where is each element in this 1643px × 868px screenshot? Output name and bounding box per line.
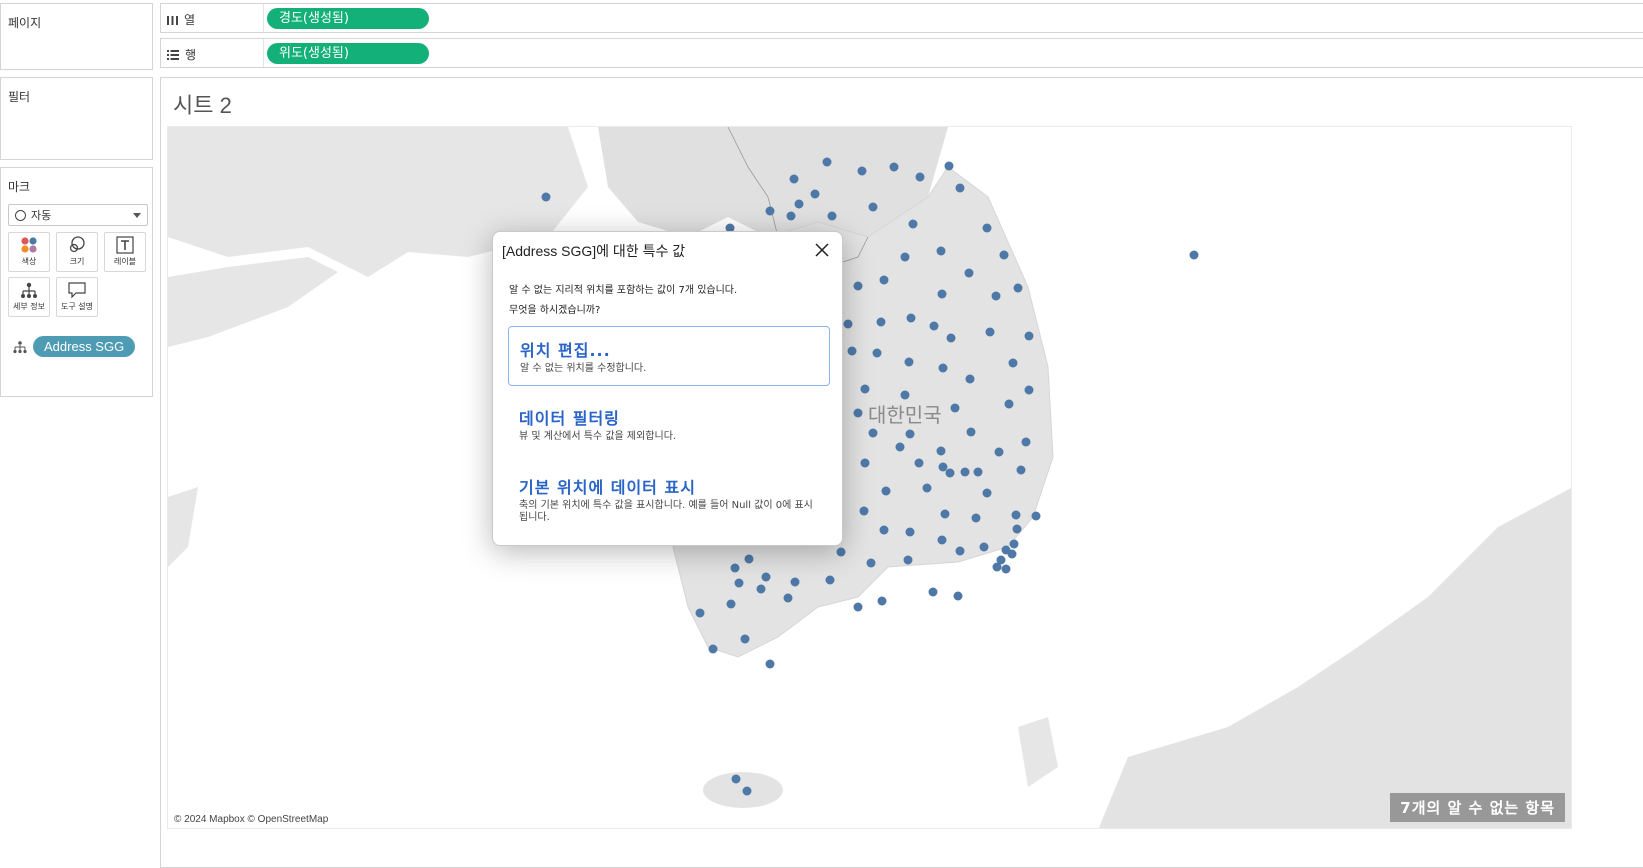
detail-hierarchy-icon [13,340,27,353]
map-basemap [168,127,1571,828]
latitude-pill[interactable]: 위도(생성됨) [267,43,429,64]
columns-icon [167,15,178,25]
detail-hierarchy-icon [21,282,37,298]
rows-shelf[interactable]: 행 위도(생성됨) [160,38,1643,68]
columns-label-text: 열 [184,13,196,27]
label-label: 레이블 [113,257,137,266]
columns-shelf-label: 열 [167,11,195,28]
map-area[interactable]: 대한민국 © 2024 Mapbox © OpenStreetMap 7개의 알… [167,126,1572,829]
longitude-pill[interactable]: 경도(생성됨) [267,8,429,29]
show-default-location-option[interactable]: 기본 위치에 데이터 표시 축의 기본 위치에 특수 값을 표시합니다. 예를 … [508,464,830,534]
edit-locations-title: 위치 편집... [520,341,611,360]
address-sgg-pill[interactable]: Address SGG [33,336,136,357]
text-label-icon [116,236,134,254]
edit-locations-option[interactable]: 위치 편집... 알 수 없는 위치를 수정합니다. [508,326,830,386]
size-icon [69,236,85,253]
tableau-workspace: 페이지 필터 마크 자동 색상 크기 레이블 세부 정보 도구 설명 Addre… [0,0,1643,868]
tooltip-label: 도구 설명 [61,302,93,311]
detail-button[interactable]: 세부 정보 [8,277,50,317]
dialog-message-line1: 알 수 없는 지리적 위치를 포함하는 값이 7개 있습니다. [509,285,738,296]
filter-data-title: 데이터 필터링 [519,409,620,428]
sheet-title: 시트 2 [173,93,232,118]
color-label: 색상 [21,257,37,266]
filter-data-option[interactable]: 데이터 필터링 뷰 및 계산에서 특수 값을 제외합니다. [508,395,830,453]
unknown-items-indicator[interactable]: 7개의 알 수 없는 항목 [1390,793,1565,822]
tooltip-button[interactable]: 도구 설명 [56,277,98,317]
rows-shelf-label: 행 [167,46,196,63]
shelf-divider [263,39,264,67]
worksheet-view: 시트 2 대한민국 © 2024 Mapbox © OpenStreetMap … [160,77,1643,868]
dialog-title: [Address SGG]에 대한 특수 값 [502,243,686,259]
size-button[interactable]: 크기 [56,232,98,272]
rows-icon [167,49,179,60]
filters-title: 필터 [8,90,31,104]
mark-type-dropdown[interactable]: 자동 [8,204,148,226]
dialog-message-line2: 무엇을 하시겠습니까? [509,305,601,316]
shelf-divider [263,4,264,32]
marks-title: 마크 [8,180,31,194]
mark-type-value: 자동 [31,209,52,222]
filters-card[interactable]: 필터 [0,77,153,160]
columns-shelf[interactable]: 열 경도(생성됨) [160,3,1643,33]
marks-card: 마크 자동 색상 크기 레이블 세부 정보 도구 설명 Address SGG [0,167,153,397]
detail-label: 세부 정보 [13,302,45,311]
label-button[interactable]: 레이블 [104,232,146,272]
detail-field-row: Address SGG [13,336,136,357]
edit-locations-desc: 알 수 없는 위치를 수정합니다. [520,363,647,374]
size-label: 크기 [69,257,85,266]
map-country-label: 대한민국 [868,405,942,427]
chevron-down-icon [133,213,141,218]
rows-label-text: 행 [185,48,197,62]
map-copyright: © 2024 Mapbox © OpenStreetMap [174,814,329,825]
close-icon[interactable] [814,242,830,258]
show-default-location-desc: 축의 기본 위치에 특수 값을 표시합니다. 예를 들어 Null 값이 0에 … [519,500,813,523]
special-values-dialog: [Address SGG]에 대한 특수 값 알 수 없는 지리적 위치를 포함… [492,231,843,546]
dialog-message: 알 수 없는 지리적 위치를 포함하는 값이 7개 있습니다. 무엇을 하시겠습… [509,281,737,321]
circle-mark-icon [15,209,26,221]
filter-data-desc: 뷰 및 계산에서 특수 값을 제외합니다. [519,431,677,442]
pages-card[interactable]: 페이지 [0,3,153,70]
show-default-location-title: 기본 위치에 데이터 표시 [519,478,696,497]
color-palette-icon [21,237,37,253]
color-button[interactable]: 색상 [8,232,50,272]
pages-title: 페이지 [8,16,42,30]
tooltip-icon [68,282,86,299]
